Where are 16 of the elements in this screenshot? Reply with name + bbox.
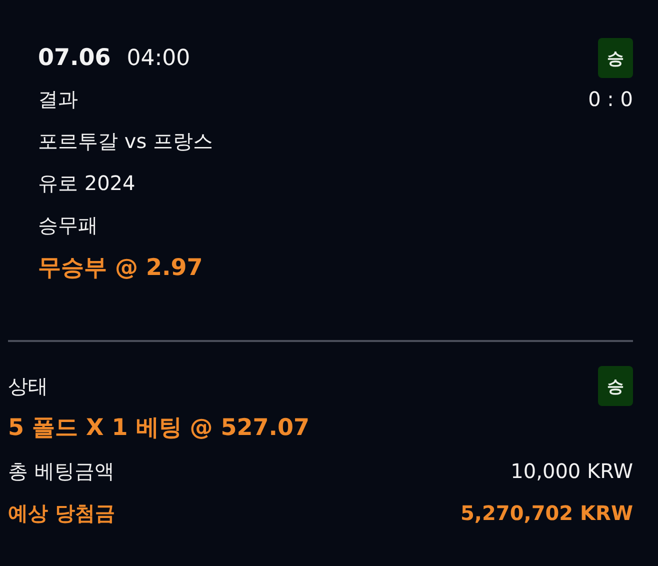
match-time: 04:00 xyxy=(126,46,190,71)
amount-label: 총 베팅금액 xyxy=(8,458,114,485)
amount-value: 10,000 KRW xyxy=(510,458,633,485)
status-badge: 승 xyxy=(598,366,633,406)
result-badge: 승 xyxy=(598,38,633,78)
amount-label: 예상 당첨금 xyxy=(8,500,115,527)
score: 0 : 0 xyxy=(588,86,633,113)
match-date: 07.06 xyxy=(38,45,111,71)
status-label: 상태 xyxy=(8,373,48,400)
match-teams: 포르투갈 vs 프랑스 xyxy=(38,128,213,155)
result-label: 결과 xyxy=(38,86,78,113)
amount-value: 5,270,702 KRW xyxy=(460,500,633,527)
market-name: 승무패 xyxy=(38,212,98,239)
bet-summary: 5 폴드 X 1 베팅 @ 527.07 xyxy=(8,414,310,443)
league-name: 유로 2024 xyxy=(38,170,136,197)
pick-odds: 무승부 @ 2.97 xyxy=(38,254,203,283)
